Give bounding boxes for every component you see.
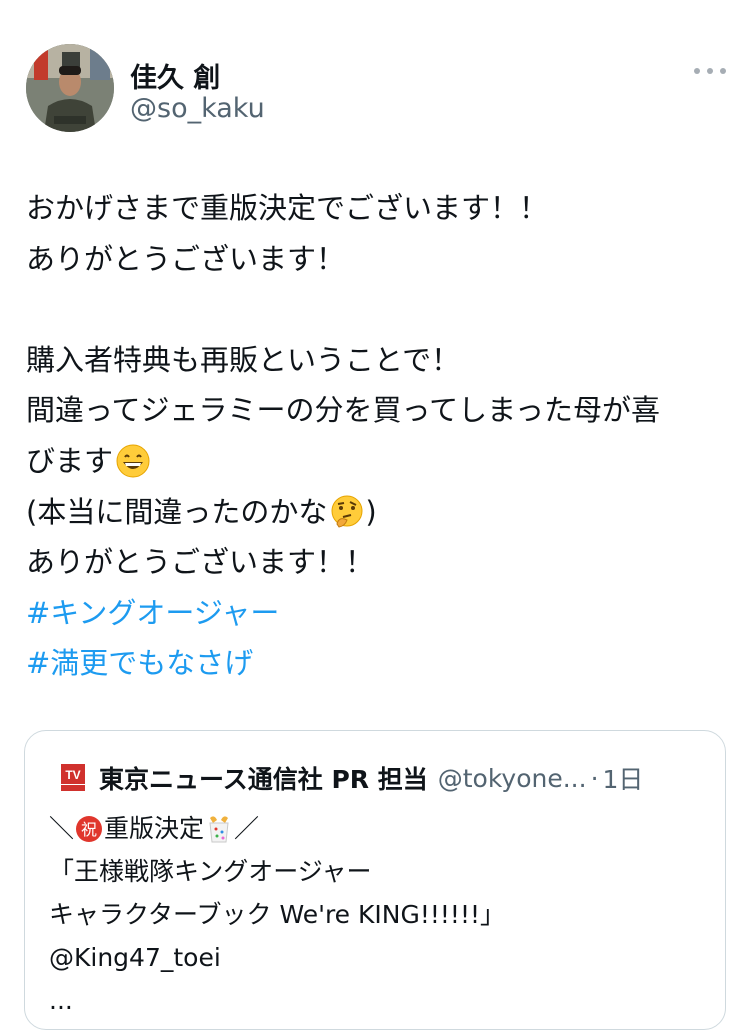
more-dot xyxy=(707,68,713,74)
quoted-line-text: ＼ xyxy=(49,814,75,843)
more-options-button[interactable] xyxy=(690,56,730,86)
more-dot xyxy=(720,68,726,74)
tweet-line: ありがとうございます！ xyxy=(26,241,346,276)
user-handle[interactable]: @so_kaku xyxy=(130,93,265,124)
quoted-line-text: ／ xyxy=(234,814,260,843)
tweet-line: 間違ってジェラミーの分を買ってしまった母が喜 xyxy=(26,393,660,428)
party-popper-emoji xyxy=(209,815,229,842)
more-horizontal-icon xyxy=(694,68,700,74)
tweet-line: 購入者特典も再販ということで！ xyxy=(26,342,461,377)
display-name[interactable]: 佳久 創 xyxy=(130,56,220,95)
quoted-tweet-text: ＼ 祝 重版決定 ／ 「王様戦隊キングオージャー キャラクターブック We're… xyxy=(49,807,709,1022)
avatar-image xyxy=(26,44,114,132)
thinking-face-emoji xyxy=(331,495,363,528)
tweet-hashtag-line: #満更でもなさげ xyxy=(26,638,738,689)
quoted-mention: @King47_toei xyxy=(49,943,221,972)
svg-text:TV: TV xyxy=(65,768,80,782)
quoted-line: 「王様戦隊キングオージャー xyxy=(49,857,372,886)
hashtag-link[interactable]: #キングオージャー xyxy=(26,588,279,639)
tweet-hashtag-line: #キングオージャー xyxy=(26,588,738,639)
quoted-line-with-emoji: ＼ 祝 重版決定 ／ xyxy=(49,807,709,850)
svg-text:祝: 祝 xyxy=(81,820,97,839)
tweet-line-text: びます xyxy=(26,443,114,478)
hashtag-link[interactable]: #満更でもなさげ xyxy=(26,638,253,689)
tweet-line-text: ) xyxy=(365,494,377,529)
quoted-tweet-header: TV 東京ニュース通信社 PR 担当 @tokyone... · 1日 xyxy=(61,761,643,795)
tweet-line-text: (本当に間違ったのかな xyxy=(26,494,328,529)
separator-dot: · xyxy=(590,763,599,793)
tweet-line-with-emoji: びます xyxy=(26,436,738,487)
quoted-ellipsis: ... xyxy=(49,986,73,1015)
news-logo-icon: TV xyxy=(61,764,85,792)
tweet-header: 佳久 創 @so_kaku xyxy=(0,0,750,150)
quoted-display-name[interactable]: 東京ニュース通信社 PR 担当 xyxy=(99,760,428,796)
tweet-text: おかげさまで重版決定でございます！！ ありがとうございます！ 購入者特典も再販と… xyxy=(26,183,738,689)
quoted-timestamp[interactable]: 1日 xyxy=(603,760,644,796)
grinning-face-emoji xyxy=(116,444,150,478)
tweet-line: おかげさまで重版決定でございます！！ xyxy=(26,191,549,225)
quoted-line-text: 重版決定 xyxy=(104,814,205,843)
quoted-user-handle[interactable]: @tokyone... xyxy=(438,764,587,793)
quoted-tweet-card[interactable]: TV 東京ニュース通信社 PR 担当 @tokyone... · 1日 ＼ 祝 … xyxy=(24,730,726,1030)
celebration-emoji: 祝 xyxy=(76,815,103,842)
avatar[interactable] xyxy=(26,44,114,132)
tweet-line-with-emoji: (本当に間違ったのかな ) xyxy=(26,487,738,538)
tweet-line: ありがとうございます！！ xyxy=(26,545,375,580)
quoted-line: キャラクターブック We're KING!!!!!!」 xyxy=(49,900,505,929)
